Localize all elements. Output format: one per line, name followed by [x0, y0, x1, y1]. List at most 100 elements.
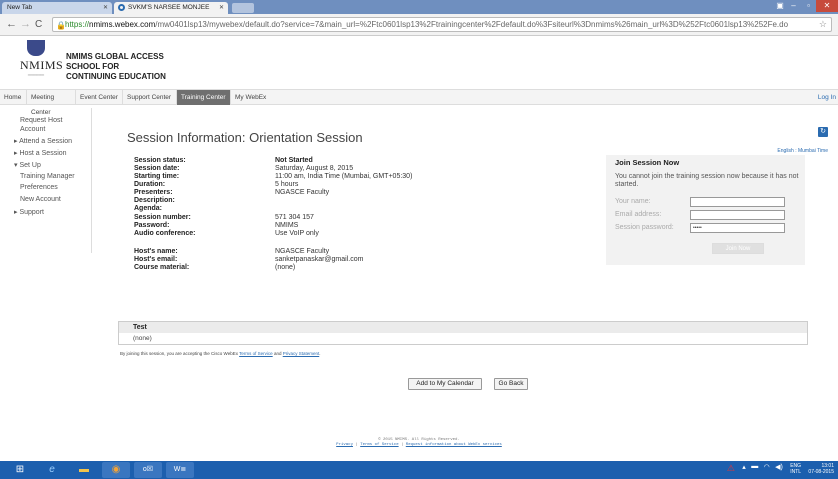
back-arrow-icon[interactable]: ←	[6, 18, 17, 30]
logo-subtext: ━━━━━━━━━	[27, 73, 45, 77]
refresh-icon[interactable]: ↻	[818, 127, 828, 137]
join-session-panel: Join Session Now You cannot join the tra…	[606, 155, 805, 265]
tab-close-icon[interactable]: ✕	[103, 4, 108, 11]
org-line-3: CONTINUING EDUCATION	[66, 72, 166, 81]
page-footer: © 2015 NMIMS. All Rights Reserved. Priva…	[0, 438, 838, 448]
field-value: 5 hours	[275, 181, 299, 188]
url-scheme: https://	[65, 20, 90, 29]
bookmark-star-icon[interactable]: ☆	[819, 18, 827, 31]
browser-tab-new-tab[interactable]: New Tab ✕	[2, 2, 112, 14]
org-line-2: SCHOOL FOR	[66, 62, 120, 71]
region-code: INTL	[790, 469, 802, 475]
tab-close-icon[interactable]: ✕	[219, 4, 224, 11]
windows-taskbar: ⊞ e ▬ ◉ o☒ W≣ ⚠ ▴ ▬ ◠ ◀) ENG INTL 13:01 …	[0, 461, 838, 479]
field-label: Session date:	[134, 165, 180, 172]
sidebar-item-new-account[interactable]: New Account	[20, 196, 61, 203]
sidebar-item-request-host[interactable]: Request Host	[20, 117, 62, 124]
language-timezone-link[interactable]: English : Mumbai Time	[777, 148, 828, 154]
field-value: 11:00 am, India Time (Mumbai, GMT+05:30)	[275, 173, 413, 180]
privacy-link[interactable]: Privacy	[336, 443, 353, 447]
name-field[interactable]	[690, 197, 785, 207]
log-in-link[interactable]: Log In	[818, 90, 836, 105]
url-path: /mw0401lsp13/mywebex/default.do?service=…	[155, 20, 789, 29]
sidebar-item-host-session[interactable]: ▸ Host a Session	[14, 149, 67, 157]
tab-event-center[interactable]: Event Center	[76, 90, 123, 105]
browser-tab-bar: New Tab ✕ SVKM'S NARSEE MONJEE ✕ ▣ – ▫ ✕	[0, 0, 838, 14]
forward-arrow-icon[interactable]: →	[20, 18, 31, 30]
maximize-icon[interactable]: ▫	[801, 0, 816, 12]
tab-home[interactable]: Home	[0, 90, 27, 105]
clock[interactable]: 13:01 07-08-2015	[808, 463, 834, 475]
field-label: Session number:	[134, 214, 191, 221]
test-value: (none)	[133, 335, 152, 342]
session-password-field[interactable]	[690, 223, 785, 233]
sidebar-item-preferences[interactable]: Preferences	[20, 184, 58, 191]
field-label: Password:	[134, 222, 170, 229]
wifi-icon[interactable]: ◠	[764, 463, 770, 471]
field-value: Saturday, August 8, 2015	[275, 165, 354, 172]
shield-icon	[27, 40, 45, 56]
field-label: Host's email:	[134, 256, 178, 263]
terms-of-service-link[interactable]: Terms of Service	[239, 351, 273, 356]
internet-explorer-icon[interactable]: e	[38, 462, 66, 478]
tab-meeting-center[interactable]: Meeting Center	[27, 90, 76, 116]
terms-link[interactable]: Terms of Service	[360, 443, 398, 447]
url-field[interactable]: 🔒 https://nmims.webex.com/mw0401lsp13/my…	[52, 17, 832, 32]
browser-tab-active[interactable]: SVKM'S NARSEE MONJEE ✕	[114, 2, 228, 14]
request-info-link[interactable]: Request information about WebEx services	[406, 443, 502, 447]
window-controls: ▣ – ▫ ✕	[774, 0, 838, 13]
field-value: (none)	[275, 264, 296, 271]
join-message: You cannot join the training session now…	[615, 173, 799, 188]
tray-arrow-icon[interactable]: ▴	[742, 463, 746, 471]
chrome-icon[interactable]: ◉	[102, 462, 130, 478]
language-indicator[interactable]: ENG INTL	[790, 463, 801, 475]
organization-name: NMIMS GLOBAL ACCESS SCHOOL FOR CONTINUIN…	[66, 52, 166, 82]
sidebar-item-set-up[interactable]: ▾ Set Up	[14, 161, 41, 169]
sidebar-item-training-manager[interactable]: Training Manager	[20, 173, 75, 180]
sidebar-item-attend-session[interactable]: ▸ Attend a Session	[14, 137, 72, 145]
network-icon[interactable]: ▬	[751, 463, 758, 470]
test-header: Test	[119, 322, 807, 333]
user-icon[interactable]: ▣	[774, 0, 786, 12]
go-back-button[interactable]: Go Back	[494, 378, 528, 390]
field-value: NGASCE Faculty	[275, 189, 330, 196]
join-now-button[interactable]: Join Now	[712, 243, 764, 254]
start-windows-icon[interactable]: ⊞	[6, 462, 34, 478]
tab-support-center[interactable]: Support Center	[123, 90, 177, 105]
system-tray: ⚠ ▴ ▬ ◠ ◀) ENG INTL 13:01 07-08-2015	[727, 463, 834, 477]
agreement-prefix: By joining this session, you are accepti…	[120, 351, 238, 356]
email-field[interactable]	[690, 210, 785, 220]
volume-icon[interactable]: ◀)	[775, 463, 783, 471]
field-value: NMIMS	[275, 222, 299, 229]
outlook-icon[interactable]: o☒	[134, 462, 162, 478]
privacy-statement-link[interactable]: Privacy Statement	[283, 351, 320, 356]
minimize-icon[interactable]: –	[786, 0, 801, 12]
address-bar-row: ← → C 🔒 https://nmims.webex.com/mw0401ls…	[0, 14, 838, 36]
tab-my-webex[interactable]: My WebEx	[231, 90, 271, 105]
field-label: Description:	[134, 197, 175, 204]
sidebar-item-account[interactable]: Account	[20, 126, 45, 133]
reload-icon[interactable]: C	[35, 19, 42, 30]
new-tab-button[interactable]	[232, 3, 254, 13]
tab-training-center[interactable]: Training Center	[177, 90, 231, 105]
close-window-icon[interactable]: ✕	[816, 0, 838, 12]
add-to-calendar-button[interactable]: Add to My Calendar	[408, 378, 482, 390]
word-icon[interactable]: W≣	[166, 462, 194, 478]
url-host: nmims.webex.com	[89, 20, 156, 29]
sidebar-item-support[interactable]: ▸ Support	[14, 208, 44, 216]
tab-label: SVKM'S NARSEE MONJEE	[128, 4, 210, 11]
footer-links: Privacy | Terms of Service | Request inf…	[336, 443, 502, 447]
field-label: Session status:	[134, 157, 186, 164]
join-heading: Join Session Now	[615, 158, 680, 167]
email-label: Email address:	[615, 211, 662, 218]
agreement-text: By joining this session, you are accepti…	[120, 351, 321, 356]
file-explorer-icon[interactable]: ▬	[70, 462, 98, 478]
field-value: sanketpanaskar@gmail.com	[275, 256, 364, 263]
clock-date: 07-08-2015	[808, 469, 834, 475]
org-line-1: NMIMS GLOBAL ACCESS	[66, 52, 164, 61]
field-value: NGASCE Faculty	[275, 248, 330, 255]
field-label: Presenters:	[134, 189, 173, 196]
sidebar-divider	[91, 108, 92, 253]
alert-icon[interactable]: ⚠	[727, 463, 735, 474]
field-label: Starting time:	[134, 173, 180, 180]
